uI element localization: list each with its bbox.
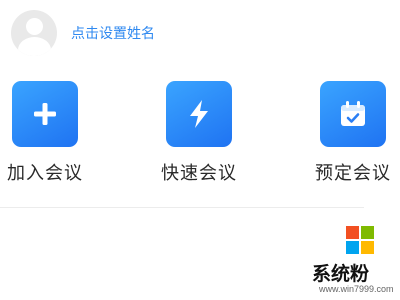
schedule-meeting-button[interactable]: 预定会议: [308, 81, 398, 185]
quick-meeting-label: 快速会议: [161, 163, 237, 184]
profile-header[interactable]: 点击设置姓名: [11, 10, 155, 56]
quick-meeting-button[interactable]: 快速会议: [154, 81, 244, 185]
section-divider: [0, 207, 364, 208]
logo-green-pane: [361, 226, 374, 239]
lightning-bolt-icon: [190, 100, 208, 128]
site-watermark: 系统粉 www.win7999.com: [312, 226, 400, 296]
watermark-url: www.win7999.com: [319, 284, 394, 294]
schedule-meeting-label: 预定会议: [315, 163, 391, 184]
windows-logo-icon: [346, 226, 376, 256]
logo-red-pane: [346, 226, 359, 239]
schedule-meeting-tile[interactable]: [320, 81, 386, 147]
avatar-head-shape: [26, 18, 43, 35]
default-avatar-icon[interactable]: [11, 10, 57, 56]
join-meeting-tile[interactable]: [12, 81, 78, 147]
set-name-link[interactable]: 点击设置姓名: [71, 23, 155, 43]
logo-yellow-pane: [361, 241, 374, 254]
avatar-body-shape: [18, 37, 51, 56]
watermark-text: 系统粉: [312, 263, 370, 285]
join-meeting-label: 加入会议: [7, 163, 83, 184]
join-meeting-button[interactable]: 加入会议: [0, 81, 90, 185]
calendar-check-icon: [341, 101, 365, 126]
logo-blue-pane: [346, 241, 359, 254]
plus-icon: [34, 103, 56, 125]
quick-meeting-tile[interactable]: [166, 81, 232, 147]
